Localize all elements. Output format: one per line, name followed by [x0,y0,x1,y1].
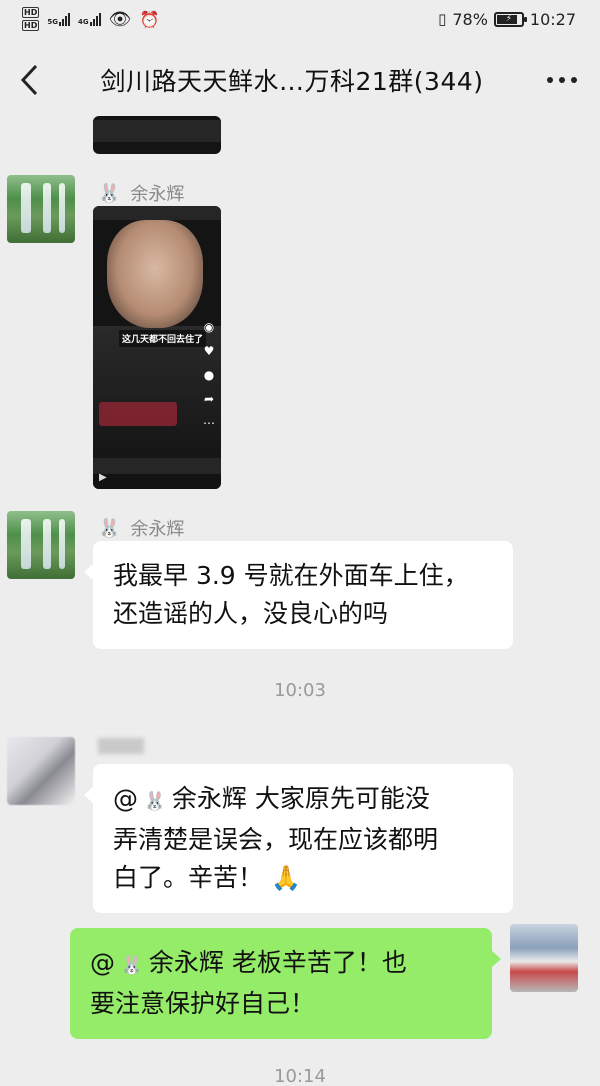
timestamp: 10:03 [274,680,326,701]
blurred-name-block [98,738,144,754]
praying-hands-icon: 🙏 [270,864,301,892]
more-dot [571,77,577,83]
share-icon: ➦ [203,392,215,406]
network-type-5g: 5G [47,18,58,26]
profile-icon: ◉ [203,320,215,334]
message-text-line: @ 🐰 余永辉 老板辛苦了！也 [90,944,472,985]
avatar[interactable] [7,737,75,805]
sender-name: 🐰 余永辉 [98,180,184,206]
heart-icon: ♥ [203,344,215,358]
message-text: 大家原先可能没 [254,784,430,813]
clock: 10:27 [529,9,576,29]
mention-name[interactable]: 余永辉 [172,784,247,813]
hd-indicators: HD HD [22,7,40,31]
status-bar-right: ▯ 78% ⚡ 10:27 [438,10,576,29]
message-bubble[interactable]: @ 🐰 余永辉 大家原先可能没 弄清楚是误会，现在应该都明 白了。辛苦！ 🙏 [84,764,513,913]
sender-label: 余永辉 [130,519,185,540]
signal-4g: 4G [78,12,101,26]
message-text: 白了。辛苦！ [113,863,264,892]
video-side-actions: ◉ ♥ ● ➦ ⋯ [203,320,215,430]
more-dots-icon [547,77,553,83]
battery-charging-icon: ⚡ [493,11,527,27]
video-frame-face [107,220,203,328]
message-text-line: 弄清楚是误会，现在应该都明 [113,825,439,854]
timestamp: 10:14 [274,1066,326,1086]
alarm-off-icon: ⏰ [139,9,160,29]
video-top-bar [93,206,221,220]
message-text-line: 要注意保护好自己！ [90,989,316,1018]
back-button[interactable] [0,44,60,116]
more-button[interactable] [524,44,600,116]
vibrate-icon: ▯ [438,10,447,28]
message-text-line: 我最早 3.9 号就在外面车上住， [113,561,469,590]
status-bar-left: HD HD 5G 4G 👁 ⏰ [22,7,159,31]
message-text-line: 白了。辛苦！ 🙏 [113,859,493,897]
mention-at: @ [113,784,138,813]
bunny-icon: 🐰 [98,517,121,539]
more-dot [559,77,565,83]
sender-name-blurred [98,738,144,754]
hd-badge-2: HD [22,20,40,31]
message-text-line: 还造谣的人，没良心的吗 [113,599,389,628]
chat-header: 剑川路天天鲜水…万科21群(344) [0,44,600,116]
signal-bars-icon [89,12,101,26]
video-caption: 这几天都不回去住了 [119,330,207,347]
eye-comfort-icon: 👁 [108,8,132,30]
mention-name[interactable]: 余永辉 [149,948,224,977]
message-text-line: @ 🐰 余永辉 大家原先可能没 [113,780,493,821]
comment-icon: ● [203,368,215,382]
self-avatar[interactable] [510,924,578,992]
signal-5g: 5G [47,12,70,26]
message-bubble[interactable]: 我最早 3.9 号就在外面车上住， 还造谣的人，没良心的吗 [84,541,513,649]
video-message[interactable]: 这几天都不回去住了 ◉ ♥ ● ➦ ⋯ ▶ [93,206,221,489]
network-type-4g: 4G [77,18,89,26]
bunny-icon: 🐰 [115,955,149,976]
video-info-card [99,402,177,426]
video-controls-bar [93,120,221,142]
mention-at: @ [90,948,115,977]
video-controls-bar [93,458,221,474]
bunny-icon: 🐰 [98,182,121,204]
play-icon[interactable]: ▶ [99,472,107,483]
avatar[interactable] [7,511,75,579]
bunny-icon: 🐰 [138,791,172,812]
message-text: 老板辛苦了！也 [231,948,407,977]
signal-bars-icon [58,12,70,26]
more-icon: ⋯ [203,416,215,430]
sender-label: 余永辉 [130,184,185,205]
prev-video-message[interactable] [93,116,221,154]
chat-title: 剑川路天天鲜水…万科21群(344) [100,67,484,96]
sender-name: 🐰 余永辉 [98,515,184,541]
battery-percent: 78% [452,9,488,29]
hd-badge-1: HD [22,7,40,18]
avatar[interactable] [7,175,75,243]
status-bar: HD HD 5G 4G 👁 ⏰ ▯ 78% ⚡ 10:27 [0,0,600,38]
chevron-left-icon [20,64,38,96]
self-message-bubble[interactable]: @ 🐰 余永辉 老板辛苦了！也 要注意保护好自己！ [70,928,501,1039]
